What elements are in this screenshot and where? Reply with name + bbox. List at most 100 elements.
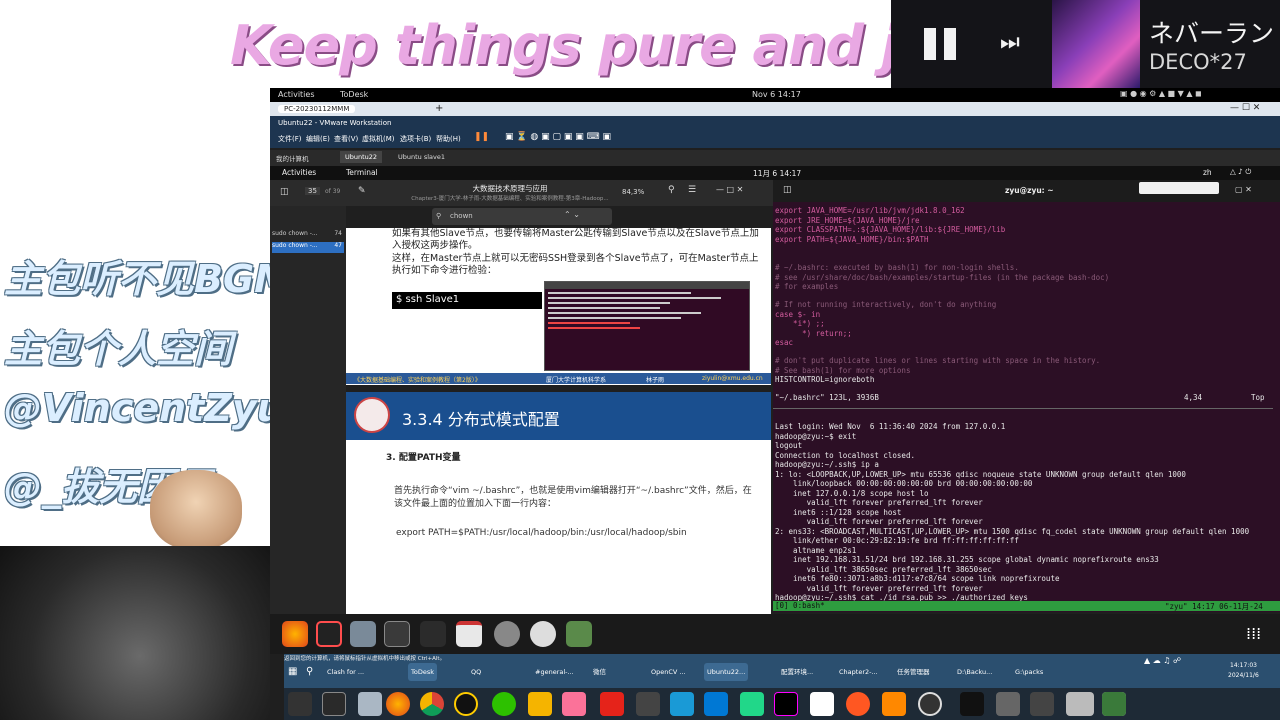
taskbar-item-chapter2[interactable]: Chapter2-... (836, 663, 881, 681)
tray-icons[interactable]: ▣ ● ◉ ⚙ ▲ ■ ▼ ▲ ◼ (1120, 89, 1202, 98)
firefox-icon[interactable] (386, 692, 410, 716)
taskbar-item-opencv[interactable]: OpenCV ... (648, 663, 689, 681)
tab-ubuntu-slave1[interactable]: Ubuntu slave1 (398, 153, 445, 161)
menu-tabs[interactable]: 选项卡(B) (400, 134, 431, 144)
taskbar-item-backup[interactable]: D:\Backu... (954, 663, 995, 681)
result-text: sudo chown -... (272, 242, 318, 249)
tab-ubuntu22[interactable]: Ubuntu22 (340, 151, 383, 163)
pause-icon[interactable] (922, 24, 962, 64)
pause-vm-icon[interactable]: ❚❚ (474, 132, 489, 142)
document-viewer-icon[interactable] (456, 621, 482, 647)
shell-pane[interactable]: Last login: Wed Nov 6 11:36:40 2024 from… (773, 420, 1273, 602)
media-icon[interactable] (288, 692, 312, 716)
window-controls-doc[interactable]: — □ ✕ (716, 185, 743, 194)
settings-icon[interactable] (494, 621, 520, 647)
chrome-icon[interactable] (420, 692, 444, 716)
tab-my-computer[interactable]: 我的计算机 (276, 153, 309, 163)
search-icon: ⚲ (436, 212, 442, 220)
search-icon[interactable]: ⚲ (306, 666, 313, 677)
wps-icon[interactable] (600, 692, 624, 716)
app-grid-icon[interactable]: ⁞⁞⁞ (1246, 624, 1261, 643)
pane-divider[interactable] (773, 408, 1273, 409)
sidebar-toggle-icon[interactable]: ◫ (280, 187, 289, 197)
taskbar-item-ubuntu22[interactable]: Ubuntu22... (704, 663, 749, 681)
menu-edit[interactable]: 编辑(E) (306, 134, 330, 144)
skip-next-icon[interactable]: ⏭ (1000, 30, 1030, 56)
activities-button[interactable]: Activities (278, 90, 315, 99)
zoom-level[interactable]: 84,3% (622, 188, 644, 196)
input-lang[interactable]: zh (1203, 168, 1212, 177)
window-icon[interactable] (996, 692, 1020, 716)
menu-icon[interactable]: ☰ (688, 185, 696, 195)
pycharm-icon[interactable] (740, 692, 764, 716)
firefox-icon[interactable] (282, 621, 308, 647)
recycle-bin-icon[interactable] (1102, 692, 1126, 716)
jetbrains-icon[interactable] (774, 692, 798, 716)
taskbar-item-clash[interactable]: Clash for ... (324, 663, 367, 681)
app-icon-2[interactable] (636, 692, 660, 716)
tray-icons[interactable]: ▲ ☁ ♫ ☍ (1144, 656, 1181, 665)
bilibili-icon[interactable] (562, 692, 586, 716)
wechat-icon[interactable] (492, 692, 516, 716)
search-result-selected[interactable]: sudo chown -... 47 (272, 242, 344, 253)
tmux-window-list[interactable]: [0] 0:bash* (775, 601, 825, 610)
qq-icon[interactable] (454, 692, 478, 716)
shell-line: inet 127.0.0.1/8 scope host lo (775, 488, 929, 498)
search-icon[interactable]: ⚲ (668, 185, 675, 195)
taskbar-clock[interactable]: 14:17:03 (1230, 662, 1257, 669)
toolbar-icons[interactable]: ▣ ⏳ ◍ ▣ ▢ ▣ ▣ ⌨ ▣ (505, 132, 611, 142)
clock[interactable]: Nov 6 14:17 (752, 90, 801, 99)
page-number-input[interactable]: 35 (305, 187, 320, 195)
vscode-icon[interactable] (704, 692, 728, 716)
qq-icon[interactable] (316, 621, 342, 647)
vim-line: *i*) ;; (775, 319, 825, 328)
trash-icon[interactable] (566, 621, 592, 647)
ime-toolbar[interactable] (1139, 182, 1219, 194)
guest-clock[interactable]: 11月 6 14:17 (753, 168, 801, 179)
page-gap (346, 385, 771, 392)
app-icon-5[interactable] (1030, 692, 1054, 716)
menu-vm[interactable]: 虚拟机(M) (362, 134, 395, 144)
guest-activities[interactable]: Activities (282, 168, 316, 177)
taskbar-item-config[interactable]: 配置环境... (778, 663, 816, 681)
guest-app-terminal[interactable]: Terminal (346, 168, 378, 177)
vlc-icon[interactable] (882, 692, 906, 716)
taskbar-item-general[interactable]: #general-... (532, 663, 577, 681)
system-monitor-icon[interactable] (420, 621, 446, 647)
taskbar-item-packs[interactable]: G:\packs (1012, 663, 1046, 681)
annotate-icon[interactable]: ✎ (358, 186, 366, 196)
explorer-icon[interactable] (358, 692, 382, 716)
obs-icon[interactable] (918, 692, 942, 716)
todesk-icon[interactable] (670, 692, 694, 716)
taskbar-item-wechat[interactable]: 微信 (590, 663, 609, 681)
app-icon-3[interactable] (810, 692, 834, 716)
files-icon[interactable] (350, 621, 376, 647)
vim-buffer[interactable]: export JAVA_HOME=/usr/lib/jvm/jdk1.8.0_1… (773, 204, 1273, 394)
drive-icon-3[interactable] (1070, 692, 1094, 716)
menu-file[interactable]: 文件(F) (278, 134, 302, 144)
pen-icon[interactable] (846, 692, 870, 716)
terminal-icon[interactable] (384, 621, 410, 647)
taskbar-date[interactable]: 2024/11/6 (1228, 672, 1259, 679)
terminal-screenshot (544, 281, 750, 371)
search-result[interactable]: sudo chown -... 74 (272, 230, 344, 241)
taskbar-item-task-manager[interactable]: 任务管理器 (894, 663, 933, 681)
start-icon[interactable]: ▦ (288, 666, 297, 677)
disc-icon[interactable] (530, 621, 556, 647)
menu-help[interactable]: 帮助(H) (436, 134, 461, 144)
guest-system-tray[interactable]: △ ♪ ⏻ (1230, 167, 1251, 177)
new-tab-icon[interactable]: + (435, 103, 443, 114)
terminal-icon[interactable] (322, 692, 346, 716)
taskbar-item-qq[interactable]: QQ (468, 663, 484, 681)
taskbar-item-todesk[interactable]: ToDesk (408, 663, 437, 681)
menu-view[interactable]: 查看(V) (334, 134, 358, 144)
window-controls-term[interactable]: ▢ ✕ (1235, 185, 1252, 194)
app-icon[interactable] (528, 692, 552, 716)
new-tab-icon[interactable]: ◫ (783, 185, 792, 195)
window-controls[interactable]: — ☐ ✕ (1230, 103, 1260, 113)
app-menu[interactable]: ToDesk (340, 90, 368, 99)
app-icon-4[interactable] (960, 692, 984, 716)
search-input[interactable]: chown (450, 212, 473, 220)
search-nav-icons[interactable]: ⌃ ⌄ (564, 210, 580, 219)
tab-remote[interactable]: PC-20230112MMM (278, 105, 356, 113)
